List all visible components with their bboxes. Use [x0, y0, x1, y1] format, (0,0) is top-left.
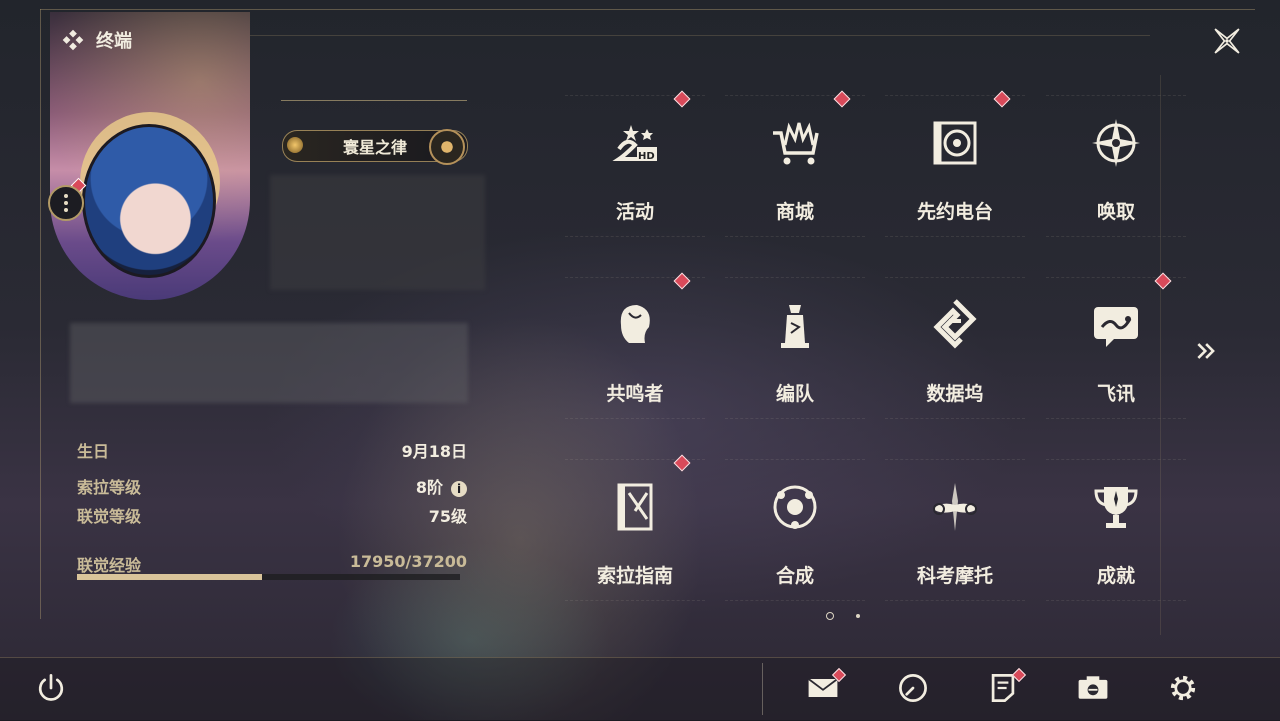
menu-item-label: 数据坞: [926, 383, 984, 405]
menu-item-synthesis-orbit[interactable]: 合成: [715, 449, 875, 609]
page-title: 终端: [96, 31, 132, 52]
resonator-head-icon: [605, 295, 665, 355]
stat-label: 联觉经验: [77, 556, 142, 575]
info-icon[interactable]: i: [451, 481, 467, 497]
stat-union-exp: 联觉经验 17950/37200: [77, 552, 467, 576]
data-bank-icon: [925, 295, 985, 355]
frame-top-line: [40, 9, 1255, 10]
gear-icon: [1170, 675, 1196, 701]
stat-value: 75级: [428, 507, 467, 526]
mail-button[interactable]: [801, 666, 847, 710]
menu-item-team-chess[interactable]: 编队: [715, 267, 875, 427]
stat-value-wrap: 8阶 i: [416, 474, 467, 498]
clock-icon: [899, 674, 927, 702]
window-title: 终端: [62, 27, 132, 53]
compass-star-icon: [1086, 113, 1146, 173]
menu-item-event-2hd[interactable]: HD 活动: [555, 85, 715, 245]
stat-label: 联觉等级: [77, 507, 142, 526]
more-dots-icon: [64, 193, 68, 214]
menu-item-label: 合成: [775, 565, 814, 587]
page-dot[interactable]: [856, 614, 860, 618]
page-dot[interactable]: [826, 612, 834, 620]
avatar[interactable]: [82, 124, 216, 278]
notice-button[interactable]: [981, 666, 1027, 710]
exp-progress-fill: [77, 574, 262, 580]
name-divider: [281, 100, 467, 101]
player-name-redacted: [270, 175, 485, 290]
event-2hd-icon: HD: [605, 113, 665, 173]
power-button[interactable]: [29, 666, 73, 710]
page-indicator: [826, 612, 860, 620]
team-chess-icon: [765, 295, 825, 355]
svg-text:HD: HD: [638, 151, 655, 162]
clock-button[interactable]: [891, 666, 935, 710]
menu-item-label: 科考摩托: [916, 565, 993, 587]
profile-more-button[interactable]: [48, 185, 84, 221]
menu-item-radio-player[interactable]: 先约电台: [875, 85, 1035, 245]
menu-item-shop-cart[interactable]: 商城: [715, 85, 875, 245]
radio-player-icon: [925, 113, 985, 173]
guide-book-icon: [605, 477, 665, 537]
stat-value: 8阶: [415, 478, 443, 497]
close-icon: [1214, 28, 1240, 54]
menu-item-label: 唤取: [1096, 201, 1135, 223]
settings-button[interactable]: [1161, 666, 1205, 710]
menu-item-label: 先约电台: [916, 201, 993, 223]
synthesis-orbit-icon: [765, 477, 825, 537]
stat-sola-rank: 索拉等级 8阶 i: [77, 474, 467, 498]
menu-item-compass-star[interactable]: 唤取: [1036, 85, 1196, 245]
power-icon: [38, 674, 64, 701]
menu-item-label: 索拉指南: [596, 565, 673, 587]
exp-progress-bar: [77, 574, 460, 580]
double-chevron-right-icon: [1197, 343, 1215, 359]
title-badge[interactable]: 寰星之律: [282, 129, 468, 165]
menu-item-label: 飞讯: [1096, 383, 1135, 405]
stat-value: 9月18日: [401, 442, 467, 461]
menu-item-motorbike[interactable]: 科考摩托: [875, 449, 1035, 609]
stat-label: 索拉等级: [77, 478, 142, 497]
menu-item-label: 编队: [775, 383, 814, 405]
message-chat-icon: [1086, 295, 1146, 355]
close-button[interactable]: [1202, 16, 1252, 66]
diamond-cluster-icon: [62, 29, 84, 51]
camera-icon: [1078, 676, 1108, 699]
frame-left-line: [40, 9, 41, 619]
next-page-button[interactable]: [1192, 336, 1222, 366]
title-orb-left-icon: [287, 137, 303, 153]
motorbike-icon: [925, 477, 985, 537]
title-badge-label: 寰星之律: [342, 138, 407, 157]
frame-inner-line: [250, 35, 1150, 36]
menu-item-label: 共鸣者: [606, 383, 664, 405]
stat-birthday: 生日 9月18日: [77, 438, 467, 462]
signature-redacted[interactable]: [70, 323, 468, 403]
menu-item-data-bank[interactable]: 数据坞: [875, 267, 1035, 427]
stat-value: 17950/37200: [349, 552, 467, 571]
shop-cart-icon: [765, 113, 825, 173]
menu-item-label: 商城: [775, 201, 814, 223]
camera-button[interactable]: [1071, 666, 1115, 710]
profile-card[interactable]: [50, 12, 250, 300]
title-orb-right-icon: [429, 129, 465, 165]
menu-item-label: 活动: [615, 201, 654, 223]
menu-item-trophy[interactable]: 成就: [1036, 449, 1196, 609]
menu-item-label: 成就: [1096, 565, 1135, 587]
trophy-icon: [1086, 477, 1146, 537]
menu-item-guide-book[interactable]: 索拉指南: [555, 449, 715, 609]
menu-item-resonator-head[interactable]: 共鸣者: [555, 267, 715, 427]
stat-union-level: 联觉等级 75级: [77, 503, 467, 527]
stat-label: 生日: [77, 442, 110, 461]
bottom-divider: [762, 663, 763, 715]
menu-item-message-chat[interactable]: 飞讯: [1036, 267, 1196, 427]
